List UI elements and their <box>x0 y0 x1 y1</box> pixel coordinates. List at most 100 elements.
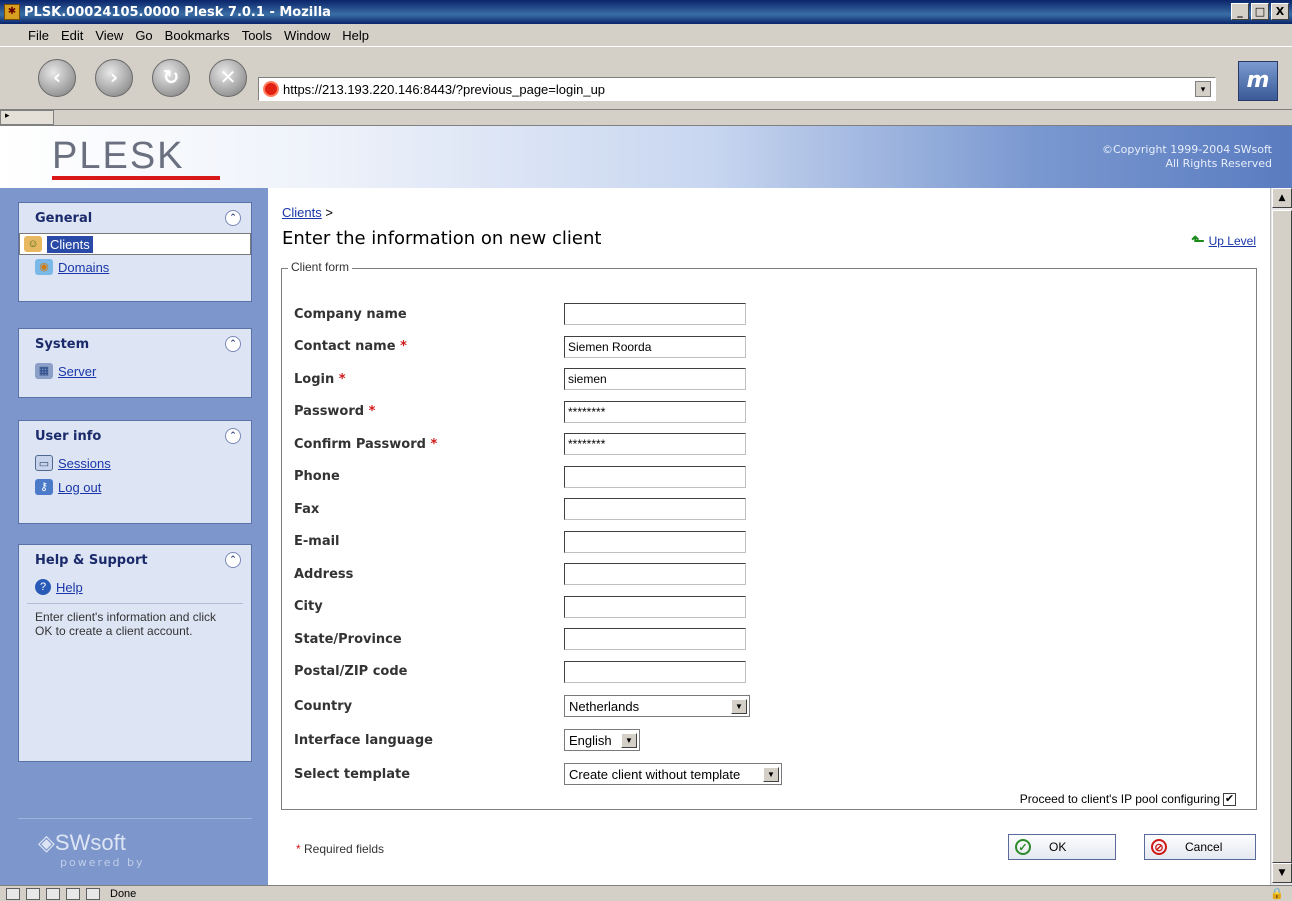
menu-edit[interactable]: Edit <box>55 28 89 43</box>
maximize-button[interactable]: □ <box>1251 3 1269 20</box>
field-label: Password * <box>294 404 564 419</box>
menu-bookmarks[interactable]: Bookmarks <box>159 28 236 43</box>
template-select[interactable]: Create client without template ▼ <box>564 763 782 785</box>
cancel-icon: ⊘ <box>1151 839 1167 855</box>
user-info-section: User info ⌃ ▭ Sessions ⚷ Log out <box>18 420 252 524</box>
plesk-header: PLESK ©Copyright 1999-2004 SWsoft All Ri… <box>0 126 1292 188</box>
form-row: Confirm Password * <box>294 432 746 456</box>
back-icon[interactable]: ‹ <box>38 59 76 97</box>
chevron-down-icon[interactable]: ▾ <box>1195 81 1211 97</box>
collapse-icon[interactable]: ⌃ <box>225 552 241 568</box>
form-row: Contact name * <box>294 335 746 359</box>
form-row: State/Province <box>294 627 746 651</box>
country-select[interactable]: Netherlands ▼ <box>564 695 750 717</box>
sidebar-toggle[interactable]: ▸ <box>0 110 54 125</box>
logo-underline <box>52 176 220 180</box>
help-description: Enter client's information and click OK … <box>27 603 243 648</box>
form-input[interactable] <box>564 368 746 390</box>
minimize-button[interactable]: _ <box>1231 3 1249 20</box>
reload-icon[interactable]: ↻ <box>152 59 190 97</box>
mozilla-app-icon: ✱ <box>4 4 20 20</box>
menu-help[interactable]: Help <box>336 28 375 43</box>
site-security-icon <box>263 81 279 97</box>
form-row: Postal/ZIP code <box>294 660 746 684</box>
required-marker: * <box>430 436 438 452</box>
close-button[interactable]: X <box>1271 3 1289 20</box>
main-content: Clients > Enter the information on new c… <box>268 188 1270 885</box>
form-row: Password * <box>294 400 746 424</box>
language-select[interactable]: English ▼ <box>564 729 640 751</box>
sidebar-item-clients[interactable]: ☺ Clients <box>19 233 251 255</box>
forward-icon[interactable]: › <box>95 59 133 97</box>
user-info-title: User info <box>35 428 102 444</box>
form-input[interactable] <box>564 433 746 455</box>
ip-pool-checkbox[interactable]: ✔ <box>1223 792 1236 806</box>
stop-icon[interactable]: ✕ <box>209 59 247 97</box>
menu-tools[interactable]: Tools <box>236 28 278 43</box>
form-input[interactable] <box>564 563 746 585</box>
form-input[interactable] <box>564 303 746 325</box>
navigator-icon[interactable] <box>6 887 20 900</box>
form-row: E-mail <box>294 530 746 554</box>
breadcrumb-clients-link[interactable]: Clients <box>282 205 322 220</box>
help-icon: ? <box>35 579 51 595</box>
chevron-down-icon: ▼ <box>621 733 637 748</box>
form-input[interactable] <box>564 595 746 618</box>
plesk-logo: PLESK <box>52 135 185 177</box>
field-label: Contact name * <box>294 339 564 354</box>
server-icon: ▦ <box>35 363 53 379</box>
swsoft-logo: ◈SWsoft <box>38 830 126 855</box>
security-lock-icon[interactable]: 🔒 <box>1270 887 1284 900</box>
scroll-thumb[interactable] <box>1272 210 1292 863</box>
collapse-icon[interactable]: ⌃ <box>225 210 241 226</box>
ok-button[interactable]: ✓ OK <box>1008 834 1116 860</box>
clients-icon: ☺ <box>24 236 42 252</box>
chat-icon[interactable] <box>86 887 100 900</box>
form-input[interactable] <box>564 465 746 488</box>
field-label: Phone <box>294 469 564 484</box>
scroll-up-icon[interactable]: ▲ <box>1272 188 1292 208</box>
left-navigation-pane: General ⌃ ☺ Clients ◉ Domains System ⌃ ▦ S… <box>0 188 268 885</box>
up-level-link[interactable]: ⬑ Up Level <box>1191 231 1256 251</box>
form-input[interactable] <box>564 660 746 683</box>
address-bar[interactable]: https://213.193.220.146:8443/?previous_p… <box>258 77 1216 101</box>
address-book-icon[interactable] <box>66 887 80 900</box>
sidebar-item-logout[interactable]: ⚷ Log out <box>19 475 251 499</box>
template-row: Select template Create client without te… <box>294 762 782 786</box>
required-marker: * <box>338 371 346 387</box>
sessions-icon: ▭ <box>35 455 53 471</box>
system-section: System ⌃ ▦ Server <box>18 328 252 398</box>
cancel-button[interactable]: ⊘ Cancel <box>1144 834 1256 860</box>
tab-strip: ▸ <box>0 110 1292 126</box>
form-input[interactable] <box>564 628 746 650</box>
required-fields-note: * Required fields <box>296 842 385 856</box>
status-bar: Done 🔒 <box>0 885 1292 901</box>
system-title: System <box>35 336 90 352</box>
vertical-scrollbar[interactable]: ▲ ▼ <box>1270 188 1292 885</box>
form-input[interactable] <box>564 530 746 553</box>
form-input[interactable] <box>564 498 746 520</box>
menu-go[interactable]: Go <box>129 28 158 43</box>
mail-icon[interactable] <box>26 887 40 900</box>
field-label: State/Province <box>294 632 564 647</box>
field-label: City <box>294 599 564 614</box>
chevron-down-icon: ▼ <box>763 767 779 782</box>
menu-window[interactable]: Window <box>278 28 336 43</box>
swsoft-tagline: powered by <box>60 856 145 869</box>
menu-file[interactable]: File <box>22 28 55 43</box>
form-input[interactable] <box>564 400 746 423</box>
composer-icon[interactable] <box>46 887 60 900</box>
form-input[interactable] <box>564 335 746 358</box>
field-label-text: Password <box>294 404 365 419</box>
mozilla-throbber-icon: m <box>1238 61 1278 101</box>
sidebar-item-sessions[interactable]: ▭ Sessions <box>19 451 251 475</box>
scroll-down-icon[interactable]: ▼ <box>1272 863 1292 883</box>
sidebar-item-domains[interactable]: ◉ Domains <box>19 255 251 279</box>
up-arrow-icon: ⬑ <box>1191 233 1205 250</box>
sidebar-item-help[interactable]: ? Help <box>19 575 251 599</box>
collapse-icon[interactable]: ⌃ <box>225 336 241 352</box>
form-row: City <box>294 595 746 619</box>
collapse-icon[interactable]: ⌃ <box>225 428 241 444</box>
menu-view[interactable]: View <box>89 28 129 43</box>
sidebar-item-server[interactable]: ▦ Server <box>19 359 251 383</box>
